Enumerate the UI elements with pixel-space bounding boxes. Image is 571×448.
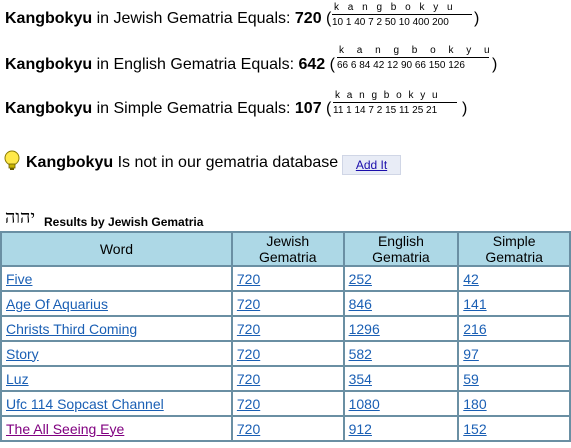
jewish-breakdown: k a n g b o k y u 10 1 40 7 2 50 10 400 … — [332, 2, 472, 28]
add-it-button[interactable]: Add It — [342, 155, 401, 175]
english-equation: Kangbokyu in English Gematria Equals: 64… — [5, 56, 335, 74]
jewish-equation: Kangbokyu in Jewish Gematria Equals: 720… — [5, 10, 331, 28]
equation-label: in Simple Gematria Equals: — [96, 100, 291, 117]
breakdown-letters: k a n g b o k y u — [334, 2, 456, 13]
simple-value-link[interactable]: 180 — [463, 396, 486, 412]
jewish-value-link[interactable]: 720 — [237, 271, 260, 287]
results-table: Word Jewish Gematria English Gematria Si… — [0, 231, 571, 442]
jewish-value-link[interactable]: 720 — [237, 371, 260, 387]
simple-value-link[interactable]: 216 — [463, 321, 486, 337]
simple-equation: Kangbokyu in Simple Gematria Equals: 107… — [5, 100, 331, 118]
english-breakdown: k a n g b o k y u 66 6 84 42 12 90 66 15… — [337, 45, 495, 71]
word-link[interactable]: The All Seeing Eye — [6, 421, 124, 437]
english-value-link[interactable]: 846 — [349, 296, 372, 312]
equation-value: 720 — [294, 10, 322, 27]
table-row: The All Seeing Eye 720 912 152 — [0, 415, 571, 442]
equation-word: Kangbokyu — [5, 100, 93, 117]
breakdown-bar — [333, 102, 457, 103]
table-row: Age Of Aquarius 720 846 141 — [0, 290, 571, 317]
simple-value-link[interactable]: 42 — [463, 271, 479, 287]
table-row: Story 720 582 97 — [0, 340, 571, 367]
english-value-link[interactable]: 1296 — [349, 321, 380, 337]
header-english: English Gematria — [342, 231, 460, 267]
breakdown-letters: k a n g b o k y u — [335, 90, 440, 101]
jewish-value-link[interactable]: 720 — [237, 296, 260, 312]
english-value-link[interactable]: 1080 — [349, 396, 380, 412]
english-value-link[interactable]: 252 — [349, 271, 372, 287]
word-link[interactable]: Christs Third Coming — [6, 321, 137, 337]
close-paren: ) — [492, 56, 498, 73]
table-row: Christs Third Coming 720 1296 216 — [0, 315, 571, 342]
breakdown-numbers: 11 1 14 7 2 15 11 25 21 — [333, 105, 438, 116]
simple-value-link[interactable]: 97 — [463, 346, 479, 362]
equation-word: Kangbokyu — [5, 56, 93, 73]
simple-value-link[interactable]: 152 — [463, 421, 486, 437]
results-title: Results by Jewish Gematria — [44, 215, 204, 229]
jewish-value-link[interactable]: 720 — [237, 421, 260, 437]
not-in-database-notice: Kangbokyu Is not in our gematria databas… — [26, 154, 338, 172]
close-paren: ) — [474, 10, 480, 27]
breakdown-letters: k a n g b o k y u — [339, 45, 495, 56]
english-value-link[interactable]: 354 — [349, 371, 372, 387]
breakdown-numbers: 66 6 84 42 12 90 66 150 126 — [337, 60, 465, 71]
notice-text: Is not in our gematria database — [117, 154, 339, 171]
english-value-link[interactable]: 912 — [349, 421, 372, 437]
equation-value: 107 — [294, 100, 322, 117]
equation-value: 642 — [298, 56, 326, 73]
breakdown-bar — [337, 57, 489, 58]
table-row: Ufc 114 Sopcast Channel 720 1080 180 — [0, 390, 571, 417]
jewish-value-link[interactable]: 720 — [237, 346, 260, 362]
table-header-row: Word Jewish Gematria English Gematria Si… — [0, 231, 571, 267]
simple-value-link[interactable]: 141 — [463, 296, 486, 312]
word-link[interactable]: Ufc 114 Sopcast Channel — [6, 396, 164, 412]
breakdown-numbers: 10 1 40 7 2 50 10 400 200 — [332, 17, 449, 28]
word-link[interactable]: Story — [6, 346, 39, 362]
word-link[interactable]: Luz — [6, 371, 29, 387]
close-paren: ) — [462, 100, 468, 117]
english-value-link[interactable]: 582 — [349, 346, 372, 362]
jewish-value-link[interactable]: 720 — [237, 396, 260, 412]
breakdown-bar — [332, 14, 472, 15]
open-paren: ( — [326, 100, 332, 117]
header-word: Word — [0, 231, 233, 267]
table-row: Luz 720 354 59 — [0, 365, 571, 392]
jewish-value-link[interactable]: 720 — [237, 321, 260, 337]
table-row: Five 720 252 42 — [0, 265, 571, 292]
simple-value-link[interactable]: 59 — [463, 371, 479, 387]
equation-label: in Jewish Gematria Equals: — [96, 10, 291, 27]
word-link[interactable]: Age Of Aquarius — [6, 296, 108, 312]
open-paren: ( — [326, 10, 332, 27]
word-link[interactable]: Five — [6, 271, 32, 287]
equation-label: in English Gematria Equals: — [96, 56, 295, 73]
lightbulb-icon — [4, 150, 20, 170]
open-paren: ( — [329, 56, 335, 73]
hebrew-logo: יהוה — [5, 207, 36, 228]
simple-breakdown: k a n g b o k y u 11 1 14 7 2 15 11 25 2… — [333, 90, 457, 116]
equation-word: Kangbokyu — [5, 10, 93, 27]
notice-word: Kangbokyu — [26, 154, 114, 171]
header-jewish: Jewish Gematria — [230, 231, 345, 267]
header-simple: Simple Gematria — [457, 231, 571, 267]
